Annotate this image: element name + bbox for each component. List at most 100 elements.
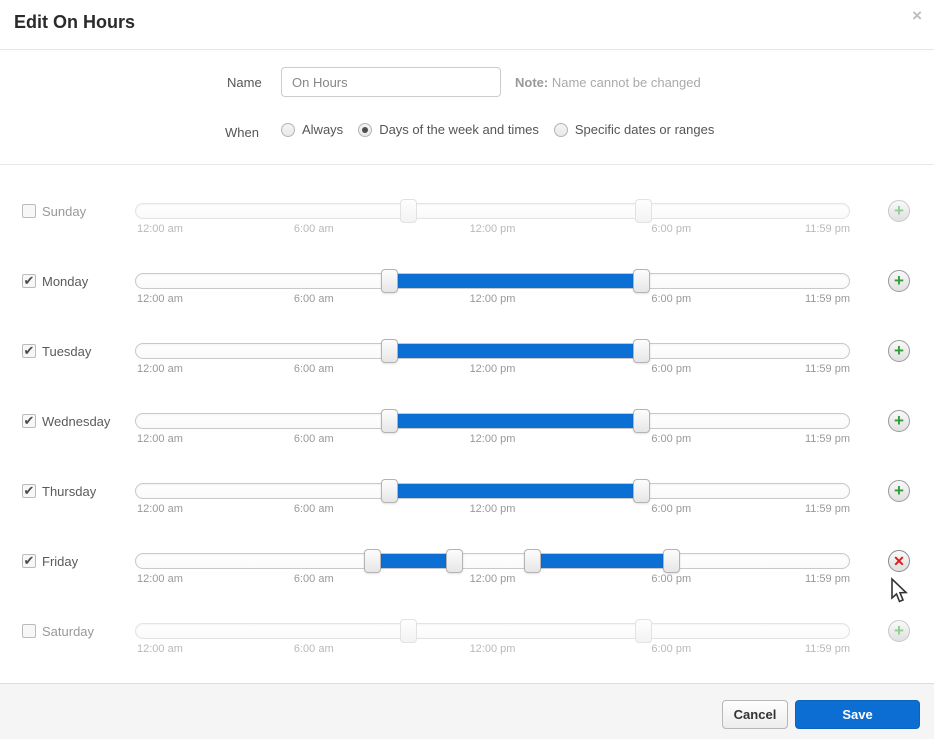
tick-label: 6:00 am bbox=[294, 433, 334, 445]
days-section: Sunday 12:00 am 6:00 am 12:00 pm 6:00 pm… bbox=[0, 176, 934, 666]
slider-handle[interactable] bbox=[446, 549, 463, 573]
time-slider: 12:00 am 6:00 am 12:00 pm 6:00 pm 11:59 … bbox=[135, 176, 850, 246]
day-label: Thursday bbox=[42, 484, 96, 499]
slider-handle[interactable] bbox=[381, 269, 398, 293]
slider-tick-labels: 12:00 am 6:00 am 12:00 pm 6:00 pm 11:59 … bbox=[135, 223, 850, 237]
form-section: Name Note: Name cannot be changed When A… bbox=[0, 51, 934, 165]
radio-icon bbox=[554, 123, 568, 137]
day-checkbox[interactable]: ✔ bbox=[22, 274, 36, 288]
radio-label: Days of the week and times bbox=[379, 122, 539, 137]
day-label: Friday bbox=[42, 554, 78, 569]
slider-handle[interactable] bbox=[633, 269, 650, 293]
dialog-header: Edit On Hours × bbox=[0, 0, 934, 50]
slider-tick-labels: 12:00 am 6:00 am 12:00 pm 6:00 pm 11:59 … bbox=[135, 573, 850, 587]
radio-option-specific-dates[interactable]: Specific dates or ranges bbox=[554, 122, 714, 137]
slider-tick-labels: 12:00 am 6:00 am 12:00 pm 6:00 pm 11:59 … bbox=[135, 433, 850, 447]
slider-tick-labels: 12:00 am 6:00 am 12:00 pm 6:00 pm 11:59 … bbox=[135, 503, 850, 517]
day-checkbox[interactable] bbox=[22, 204, 36, 218]
day-row: ✔ Thursday 12:00 am 6:00 am 12:00 pm 6:0… bbox=[0, 456, 934, 526]
slider-selected-range bbox=[533, 554, 671, 568]
tick-label: 12:00 am bbox=[137, 223, 183, 235]
time-slider: 12:00 am 6:00 am 12:00 pm 6:00 pm 11:59 … bbox=[135, 246, 850, 316]
day-checkbox[interactable] bbox=[22, 624, 36, 638]
slider-track[interactable] bbox=[135, 553, 850, 569]
slider-track[interactable] bbox=[135, 483, 850, 499]
slider-track[interactable] bbox=[135, 623, 850, 639]
radio-label: Specific dates or ranges bbox=[575, 122, 714, 137]
tick-label: 6:00 pm bbox=[651, 223, 691, 235]
radio-label: Always bbox=[302, 122, 343, 137]
when-radio-group: Always Days of the week and times Specif… bbox=[281, 122, 714, 137]
tick-label: 11:59 pm bbox=[805, 433, 850, 445]
tick-label: 11:59 pm bbox=[805, 223, 850, 235]
dialog-footer: Cancel Save bbox=[0, 683, 934, 739]
day-checkbox[interactable]: ✔ bbox=[22, 484, 36, 498]
slider-handle[interactable] bbox=[381, 409, 398, 433]
tick-label: 12:00 pm bbox=[470, 503, 516, 515]
slider-tick-labels: 12:00 am 6:00 am 12:00 pm 6:00 pm 11:59 … bbox=[135, 363, 850, 377]
close-icon[interactable]: × bbox=[912, 6, 922, 26]
day-checkbox[interactable]: ✔ bbox=[22, 414, 36, 428]
add-range-button[interactable]: + bbox=[888, 200, 910, 222]
slider-selected-range bbox=[391, 414, 642, 428]
slider-track[interactable] bbox=[135, 413, 850, 429]
add-range-button[interactable]: + bbox=[888, 620, 910, 642]
slider-handle[interactable] bbox=[635, 199, 652, 223]
slider-handle[interactable] bbox=[633, 339, 650, 363]
slider-handle[interactable] bbox=[633, 479, 650, 503]
tick-label: 12:00 pm bbox=[470, 573, 516, 585]
day-checkbox[interactable]: ✔ bbox=[22, 554, 36, 568]
radio-option-always[interactable]: Always bbox=[281, 122, 343, 137]
tick-label: 6:00 am bbox=[294, 363, 334, 375]
add-range-button[interactable]: + bbox=[888, 340, 910, 362]
dialog-title: Edit On Hours bbox=[14, 12, 135, 33]
slider-track[interactable] bbox=[135, 343, 850, 359]
name-input[interactable] bbox=[281, 67, 501, 97]
tick-label: 12:00 pm bbox=[470, 293, 516, 305]
slider-handle[interactable] bbox=[381, 479, 398, 503]
tick-label: 6:00 am bbox=[294, 223, 334, 235]
tick-label: 11:59 pm bbox=[805, 503, 850, 515]
radio-option-days-of-week[interactable]: Days of the week and times bbox=[358, 122, 539, 137]
slider-selected-range bbox=[391, 484, 642, 498]
slider-handle[interactable] bbox=[400, 199, 417, 223]
slider-handle[interactable] bbox=[635, 619, 652, 643]
slider-handle[interactable] bbox=[633, 409, 650, 433]
save-button[interactable]: Save bbox=[795, 700, 920, 729]
cancel-button[interactable]: Cancel bbox=[722, 700, 788, 729]
day-label: Saturday bbox=[42, 624, 94, 639]
time-slider: 12:00 am 6:00 am 12:00 pm 6:00 pm 11:59 … bbox=[135, 456, 850, 526]
tick-label: 12:00 pm bbox=[470, 433, 516, 445]
day-checkbox[interactable]: ✔ bbox=[22, 344, 36, 358]
slider-handle[interactable] bbox=[400, 619, 417, 643]
day-row: ✔ Monday 12:00 am 6:00 am 12:00 pm 6:00 … bbox=[0, 246, 934, 316]
when-label: When bbox=[225, 125, 259, 140]
slider-tick-labels: 12:00 am 6:00 am 12:00 pm 6:00 pm 11:59 … bbox=[135, 293, 850, 307]
slider-handle[interactable] bbox=[524, 549, 541, 573]
name-note-prefix: Note: bbox=[515, 75, 548, 90]
tick-label: 6:00 am bbox=[294, 573, 334, 585]
slider-handle[interactable] bbox=[381, 339, 398, 363]
mouse-cursor bbox=[888, 577, 909, 605]
tick-label: 12:00 pm bbox=[470, 223, 516, 235]
tick-label: 12:00 pm bbox=[470, 363, 516, 375]
day-row: Saturday 12:00 am 6:00 am 12:00 pm 6:00 … bbox=[0, 596, 934, 666]
add-range-button[interactable]: + bbox=[888, 480, 910, 502]
slider-handle[interactable] bbox=[663, 549, 680, 573]
slider-track[interactable] bbox=[135, 203, 850, 219]
add-range-button[interactable]: + bbox=[888, 410, 910, 432]
tick-label: 6:00 pm bbox=[651, 643, 691, 655]
tick-label: 12:00 am bbox=[137, 643, 183, 655]
day-row: Sunday 12:00 am 6:00 am 12:00 pm 6:00 pm… bbox=[0, 176, 934, 246]
slider-tick-labels: 12:00 am 6:00 am 12:00 pm 6:00 pm 11:59 … bbox=[135, 643, 850, 657]
remove-range-button[interactable]: ✕ bbox=[888, 550, 910, 572]
time-slider: 12:00 am 6:00 am 12:00 pm 6:00 pm 11:59 … bbox=[135, 316, 850, 386]
day-label: Wednesday bbox=[42, 414, 110, 429]
slider-track[interactable] bbox=[135, 273, 850, 289]
tick-label: 11:59 pm bbox=[805, 573, 850, 585]
add-range-button[interactable]: + bbox=[888, 270, 910, 292]
slider-handle[interactable] bbox=[364, 549, 381, 573]
tick-label: 6:00 am bbox=[294, 643, 334, 655]
day-label: Sunday bbox=[42, 204, 86, 219]
radio-icon bbox=[281, 123, 295, 137]
